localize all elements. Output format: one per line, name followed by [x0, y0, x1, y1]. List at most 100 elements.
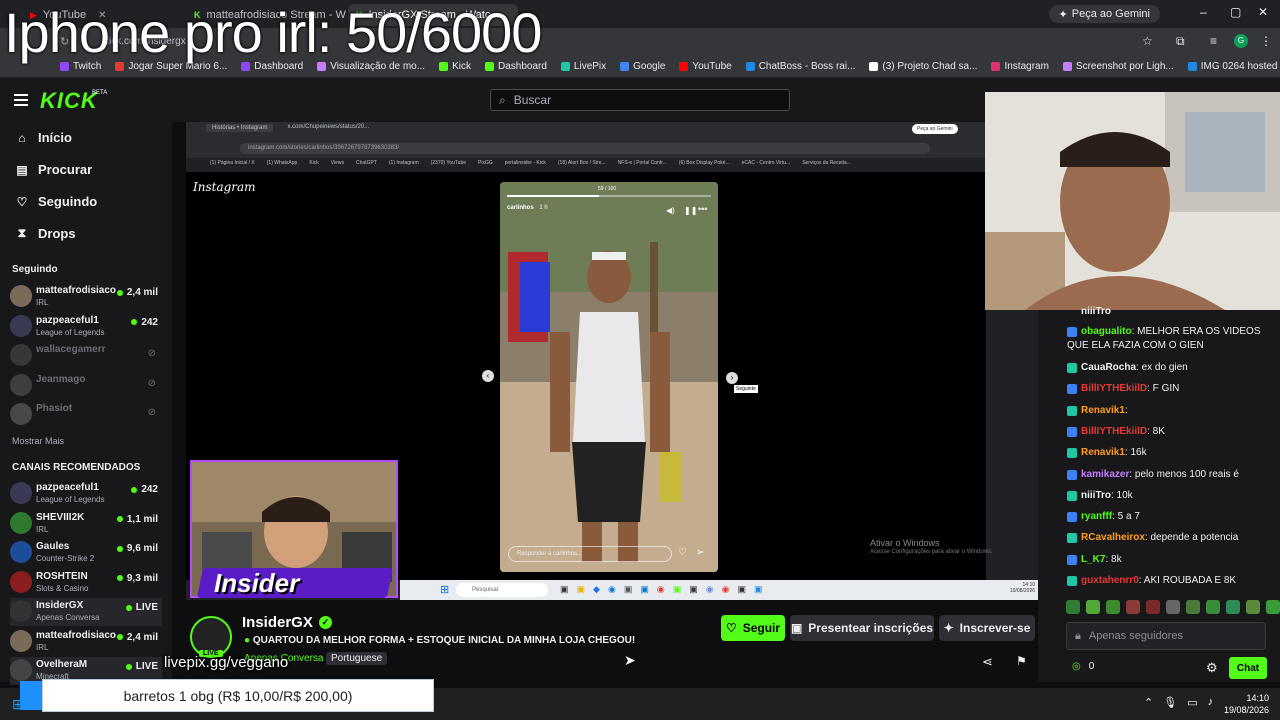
streamer-name[interactable]: InsiderGX ✓	[242, 614, 332, 631]
chat-username[interactable]: ryanfff	[1081, 511, 1112, 522]
emote-icon[interactable]	[1206, 600, 1220, 614]
chat-text: : 8K	[1147, 426, 1165, 437]
kick-logo[interactable]: KICK	[40, 88, 98, 114]
bookmark-item[interactable]: ChatBoss - Boss rai...	[745, 61, 855, 72]
emote-icon[interactable]	[1266, 600, 1280, 614]
show-more-link[interactable]: Mostrar Mais	[12, 436, 64, 446]
channel-item[interactable]: pazpeaceful1 League of Legends 242	[10, 313, 162, 341]
chat-text: : 16k	[1124, 447, 1147, 458]
extensions-icon[interactable]: ⧉	[1176, 34, 1185, 49]
channel-item[interactable]: ROSHTEIN Slots & Casino 9,3 mil	[10, 569, 162, 597]
emote-icon[interactable]	[1246, 600, 1260, 614]
channel-item[interactable]: Phasiot ⊘	[10, 401, 162, 429]
nav-drops[interactable]: ⧗ Drops	[16, 226, 76, 241]
chat-send-button[interactable]: Chat	[1229, 657, 1267, 679]
chat-username[interactable]: RCavalheirox	[1081, 532, 1145, 543]
nav-seguindo[interactable]: ♡ Seguindo	[16, 194, 98, 209]
heart-icon: ♡	[16, 194, 28, 209]
menu-icon[interactable]: ⋮	[1260, 34, 1272, 48]
chat-username[interactable]: obagualito	[1081, 326, 1132, 337]
bookmark-item[interactable]: Instagram	[991, 61, 1049, 72]
bookmark-item[interactable]: IMG 0264 hosted at...	[1187, 61, 1280, 72]
chat-username[interactable]: CauaRocha	[1081, 362, 1136, 373]
emote-bar[interactable]	[1066, 600, 1280, 614]
hamburger-menu-icon[interactable]	[14, 94, 28, 106]
chat-username[interactable]: Renavik1	[1081, 447, 1125, 458]
channel-item[interactable]: Jeanmago ⊘	[10, 372, 162, 400]
channel-item[interactable]: Gaules Counter-Strike 2 9,6 mil	[10, 539, 162, 567]
channel-item[interactable]: matteafrodisiaco IRL 2,4 mil	[10, 283, 162, 311]
channel-item[interactable]: wallacegamerr ⊘	[10, 342, 162, 370]
chat-message: guxtahenrr0: AKI ROUBADA E 8K	[1067, 574, 1267, 588]
chat-message: Renavik1:	[1067, 404, 1267, 418]
nav-inicio[interactable]: ⌂ Início	[16, 130, 72, 145]
emote-icon[interactable]	[1166, 600, 1180, 614]
captured-taskbar-apps: ▣ ▣ ◆ ◉ ▣ ▣ ◉ ▣ ▣ ◉ ◉ ▣ ▣	[560, 584, 763, 594]
chat-message: ryanfff: 5 a 7	[1067, 510, 1267, 524]
bookmark-item[interactable]: Screenshot por Ligh...	[1062, 61, 1174, 72]
channel-item[interactable]: InsiderGX Apenas Conversa LIVE	[10, 598, 162, 626]
star-icon[interactable]: ☆	[1142, 34, 1153, 48]
subscribe-button[interactable]: ✦ Inscrever-se	[939, 615, 1035, 641]
chat-username[interactable]: L_K7	[1081, 554, 1105, 565]
chat-message: kamikazer: pelo menos 100 reais é	[1067, 468, 1267, 482]
avatar	[10, 659, 32, 681]
emote-icon[interactable]	[1126, 600, 1140, 614]
taskbar-clock[interactable]: 14:10 19/08/2026	[1224, 692, 1269, 716]
share-icon[interactable]: ⋖	[982, 654, 993, 670]
bookmark-item[interactable]: Google	[620, 61, 665, 72]
emote-icon[interactable]	[1186, 600, 1200, 614]
bookmark-item[interactable]: (3) Projeto Chad sa...	[869, 61, 977, 72]
report-icon[interactable]: ⚑	[1016, 654, 1027, 668]
chat-input[interactable]: 🔒︎ Apenas seguidores	[1066, 622, 1266, 650]
gift-subs-button[interactable]: ▣ Presentear inscrições	[790, 615, 934, 641]
nav-procurar[interactable]: ▤ Procurar	[16, 162, 92, 177]
chat-points[interactable]: ◎ 0	[1072, 661, 1094, 672]
activate-windows-title: Ativar o Windows	[870, 538, 940, 548]
chevron-up-icon[interactable]: ⌃	[1144, 696, 1153, 709]
emote-icon[interactable]	[1106, 600, 1120, 614]
media-icon[interactable]: ≡	[1210, 34, 1217, 48]
chat-username[interactable]: niiiTro	[1081, 306, 1111, 317]
viewer-count: 1,1 mil	[116, 514, 158, 525]
network-icon[interactable]: ▭	[1187, 696, 1197, 709]
channel-item[interactable]: SHEVIII2K IRL 1,1 mil	[10, 510, 162, 538]
channel-item[interactable]: pazpeaceful1 League of Legends 242	[10, 480, 162, 508]
captured-bookmark: portalinsider - Kick	[504, 160, 546, 166]
emote-icon[interactable]	[1226, 600, 1240, 614]
profile-avatar[interactable]: G	[1234, 34, 1248, 48]
volume-icon[interactable]: ♪	[1208, 696, 1214, 709]
next-story-icon: ›	[726, 372, 738, 384]
chat-username[interactable]: guxtahenrr0	[1081, 575, 1139, 586]
chat-username[interactable]: Renavik1	[1081, 405, 1125, 416]
channel-item[interactable]: matteafrodisiaco IRL 2,4 mil	[10, 628, 162, 656]
bookmark-item[interactable]: YouTube	[679, 61, 732, 72]
emote-icon[interactable]	[1066, 600, 1080, 614]
search-input[interactable]: ⌕ Buscar	[490, 89, 790, 111]
follow-button[interactable]: ♡ Seguir	[721, 615, 785, 641]
chat-username[interactable]: BillIYTHEkiilD	[1081, 426, 1147, 437]
channel-name: OvelheraM	[36, 659, 88, 670]
emote-icon[interactable]	[1086, 600, 1100, 614]
close-window-icon[interactable]: ✕	[1258, 5, 1268, 19]
channel-category: IRL	[36, 642, 49, 652]
microphone-icon[interactable]: 🎙︎	[1163, 696, 1177, 709]
next-tooltip: Seguinte	[734, 385, 758, 393]
maximize-icon[interactable]: ▢	[1230, 5, 1241, 19]
captured-bookmark: Views	[330, 160, 345, 166]
captured-bookmark: (1) Instagram	[388, 160, 419, 166]
chat-username[interactable]: kamikazer	[1081, 469, 1129, 480]
chat-settings-icon[interactable]: ⚙	[1206, 660, 1218, 676]
avatar	[10, 541, 32, 563]
chat-username[interactable]: niiiTro	[1081, 490, 1111, 501]
gemini-button[interactable]: ✦ Peça ao Gemini	[1048, 5, 1160, 23]
minimize-icon[interactable]: –	[1200, 5, 1207, 19]
story-header: carlinhos 1 h	[507, 205, 548, 211]
emote-icon[interactable]	[1146, 600, 1160, 614]
channel-category: Apenas Conversa	[36, 613, 100, 622]
stream-title: ● QUARTOU DA MELHOR FORMA + ESTOQUE INIC…	[244, 635, 636, 646]
bookmark-item[interactable]: LivePix	[560, 61, 606, 72]
channel-name: ROSHTEIN	[36, 570, 88, 582]
chat-username[interactable]: BillIYTHEkiilD	[1081, 383, 1147, 394]
language-tag[interactable]: Portuguese	[326, 652, 388, 665]
